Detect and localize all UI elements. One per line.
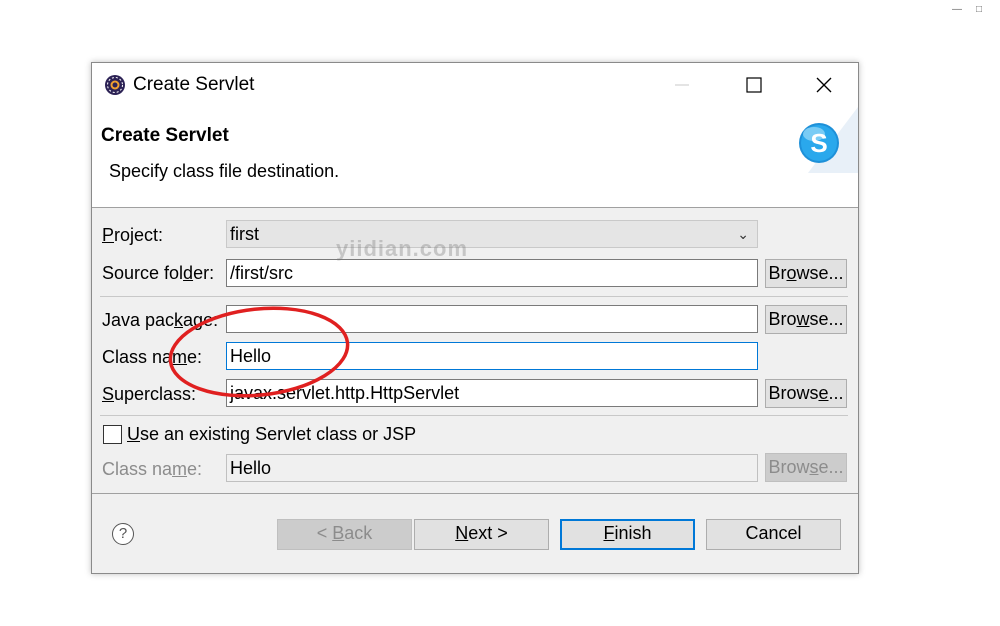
eclipse-app-icon [105,75,125,95]
finish-label-part: inish [614,523,652,543]
browse-label-mnemonic: e [818,383,829,403]
source-folder-label-mnemonic: d [183,263,194,283]
existing-class-name-value: Hello [230,458,272,478]
class-name-label-mnemonic: m [172,347,188,367]
source-folder-field[interactable]: /first/src [226,259,758,287]
browse-label-part: ... [828,383,844,403]
watermark: yiidian.com [336,236,469,261]
browse-label-part: e... [818,457,844,477]
browse-label-part: Brow [768,457,810,477]
separator [100,296,848,297]
window-title: Create Servlet [133,74,255,95]
class-name-label: Class name: [102,347,202,368]
back-label-mnemonic: B [332,523,345,543]
java-package-browse-button[interactable]: Browse... [765,305,847,334]
project-label-part: roject: [114,225,164,245]
separator [100,415,848,416]
existing-class-browse-button: Browse... [765,453,847,482]
browse-label-part: Bro [768,309,797,329]
class-name-field[interactable]: Hello [226,342,758,370]
source-folder-browse-button[interactable]: Browse... [765,259,847,288]
existing-class-name-label: Class name: [102,459,202,480]
existing-class-name-field: Hello [226,454,758,482]
source-folder-label: Source folder: [102,263,214,284]
back-label-part: < [316,523,333,543]
superclass-browse-button[interactable]: Browse... [765,379,847,408]
use-existing-label-part: se an existing Servlet class or JSP [140,424,417,444]
use-existing-label[interactable]: Use an existing Servlet class or JSP [127,424,416,445]
next-label-part: ext > [468,523,508,543]
existing-class-name-label-mnemonic: m [172,459,188,479]
java-package-label-mnemonic: k [174,310,184,330]
browse-label-part: Brows [768,383,819,403]
servlet-logo-icon: S [799,107,858,173]
project-label-mnemonic: P [102,225,115,245]
next-button[interactable]: Next > [414,519,549,550]
project-label: Project: [102,225,163,246]
superclass-label-part: uperclass: [114,384,197,404]
back-label-part: ack [344,523,373,543]
finish-label-mnemonic: F [603,523,615,543]
browse-label-part: Br [768,263,787,283]
class-name-value: Hello [230,346,272,366]
superclass-field[interactable]: javax.servlet.http.HttpServlet [226,379,758,407]
footer-separator [92,493,858,494]
help-icon[interactable]: ? [112,523,134,545]
title-bar: Create Servlet [92,63,858,107]
class-name-label-part: Class na [102,347,173,367]
java-package-field[interactable] [226,305,758,333]
close-icon [816,77,832,93]
source-folder-value: /first/src [230,263,293,283]
java-package-label-part: Java pac [102,310,175,330]
svg-text:S: S [810,128,827,158]
browse-label-mnemonic: o [786,263,797,283]
use-existing-checkbox[interactable] [103,425,122,444]
project-value: first [230,224,259,244]
java-package-label: Java package: [102,310,218,331]
source-folder-label-part: er: [193,263,215,283]
superclass-value: javax.servlet.http.HttpServlet [230,383,460,403]
browse-label-part: wse... [796,263,844,283]
finish-button[interactable]: Finish [560,519,695,550]
next-label-mnemonic: N [455,523,469,543]
create-servlet-dialog: Create Servlet Create Servlet Specify cl… [91,62,859,574]
browse-label-mnemonic: w [796,309,810,329]
maximize-icon [746,77,762,93]
use-existing-label-mnemonic: U [127,424,140,444]
wizard-title: Create Servlet [101,125,229,146]
class-name-label-part: e: [187,347,203,367]
project-combo[interactable]: first ⌄ [226,220,758,248]
close-button[interactable] [802,69,846,101]
back-button: < Back [277,519,412,550]
minimize-icon [675,84,689,86]
maximize-button[interactable] [732,69,776,101]
superclass-label-mnemonic: S [102,384,115,404]
wizard-header: Create Servlet Specify class file destin… [92,107,858,208]
cancel-button[interactable]: Cancel [706,519,841,550]
existing-class-name-label-part: Class na [102,459,173,479]
background-minimize-icon[interactable]: — [952,4,962,15]
java-package-label-part: age: [183,310,219,330]
superclass-label: Superclass: [102,384,196,405]
minimize-button[interactable] [660,69,704,101]
browse-label-mnemonic: s [809,457,819,477]
browse-label-part: se... [809,309,844,329]
wizard-description: Specify class file destination. [109,161,340,181]
chevron-down-icon: ⌄ [737,226,749,242]
existing-class-name-label-part: e: [187,459,203,479]
background-maximize-icon[interactable]: □ [976,4,982,15]
source-folder-label-part: Source fol [102,263,184,283]
